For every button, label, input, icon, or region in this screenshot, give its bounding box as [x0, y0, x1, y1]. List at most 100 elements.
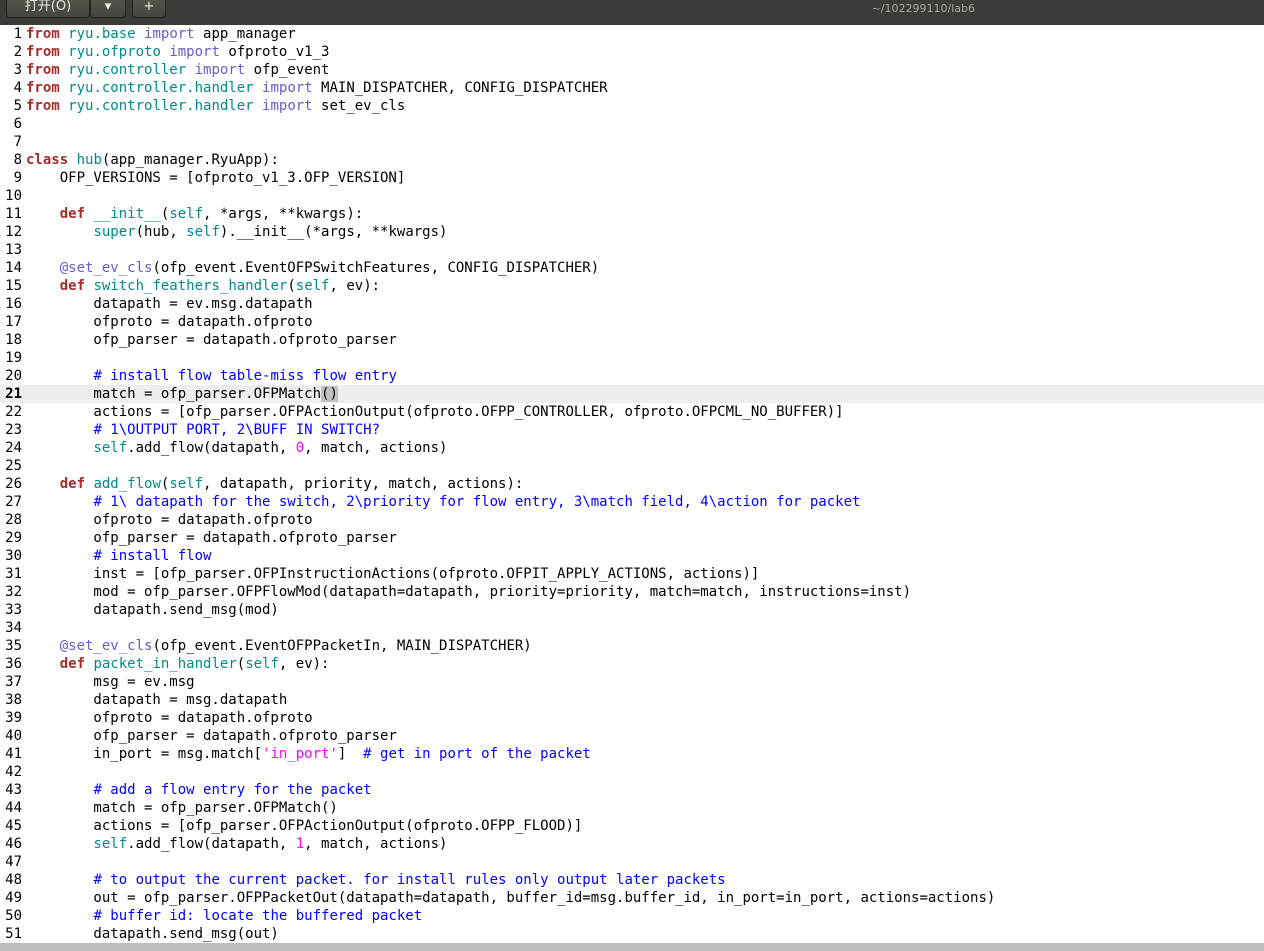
code-line[interactable]: 18 ofp_parser = datapath.ofproto_parser [0, 331, 1264, 349]
code-line[interactable]: 23 # 1\OUTPUT PORT, 2\BUFF IN SWITCH? [0, 421, 1264, 439]
code-token: import [262, 98, 313, 114]
code-line[interactable]: 27 # 1\ datapath for the switch, 2\prior… [0, 493, 1264, 511]
code-text: ofproto = datapath.ofproto [26, 709, 312, 727]
code-line[interactable]: 14 @set_ev_cls(ofp_event.EventOFPSwitchF… [0, 259, 1264, 277]
code-line[interactable]: 12 super(hub, self).__init__(*args, **kw… [0, 223, 1264, 241]
code-text: ofp_parser = datapath.ofproto_parser [26, 331, 396, 349]
code-line[interactable]: 19 [0, 349, 1264, 367]
code-line[interactable]: 28 ofproto = datapath.ofproto [0, 511, 1264, 529]
code-token: add_flow [93, 476, 161, 492]
code-line[interactable]: 10 [0, 187, 1264, 205]
line-number: 17 [5, 314, 22, 330]
code-line[interactable]: 17 ofproto = datapath.ofproto [0, 313, 1264, 331]
horizontal-scrollbar[interactable] [0, 943, 1264, 951]
new-tab-button[interactable]: + [132, 0, 166, 18]
code-line[interactable]: 32 mod = ofp_parser.OFPFlowMod(datapath=… [0, 583, 1264, 601]
code-line[interactable]: 46 self.add_flow(datapath, 1, match, act… [0, 835, 1264, 853]
code-line[interactable]: 1 from ryu.base import app_manager [0, 25, 1264, 43]
code-line[interactable]: 9 OFP_VERSIONS = [ofproto_v1_3.OFP_VERSI… [0, 169, 1264, 187]
code-token: self [169, 476, 204, 492]
code-line[interactable]: 47 [0, 853, 1264, 871]
code-line[interactable]: 22 actions = [ofp_parser.OFPActionOutput… [0, 403, 1264, 421]
line-number: 49 [5, 890, 22, 906]
code-line[interactable]: 29 ofp_parser = datapath.ofproto_parser [0, 529, 1264, 547]
code-text: # install flow table-miss flow entry [26, 367, 396, 385]
code-line[interactable]: 25 [0, 457, 1264, 475]
code-line[interactable]: 2 from ryu.ofproto import ofproto_v1_3 [0, 43, 1264, 61]
code-text: match = ofp_parser.OFPMatch() [26, 385, 338, 403]
code-text: msg = ev.msg [26, 673, 195, 691]
code-text: self.add_flow(datapath, 0, match, action… [26, 439, 447, 457]
code-token: self [93, 440, 128, 456]
code-token: ryu.controller [68, 62, 187, 78]
code-token: , *args, **kwargs): [203, 206, 364, 222]
code-token: self [295, 278, 330, 294]
code-line[interactable]: 5 from ryu.controller.handler import set_… [0, 97, 1264, 115]
code-line[interactable]: 21 match = ofp_parser.OFPMatch() [0, 385, 1264, 403]
code-token: set_ev_cls [312, 98, 406, 114]
code-line[interactable]: 30 # install flow [0, 547, 1264, 565]
line-number: 6 [13, 116, 22, 132]
open-button[interactable]: 打开(O) [6, 0, 90, 18]
code-line[interactable]: 6 [0, 115, 1264, 133]
line-number: 37 [5, 674, 22, 690]
code-token: self [93, 836, 128, 852]
code-line[interactable]: 15 def switch_feathers_handler(self, ev)… [0, 277, 1264, 295]
code-token: def [59, 206, 86, 222]
code-line[interactable]: 37 msg = ev.msg [0, 673, 1264, 691]
code-line[interactable]: 44 match = ofp_parser.OFPMatch() [0, 799, 1264, 817]
code-text: @set_ev_cls(ofp_event.EventOFPPacketIn, … [26, 637, 532, 655]
line-number: 26 [5, 476, 22, 492]
code-line[interactable]: 49 out = ofp_parser.OFPPacketOut(datapat… [0, 889, 1264, 907]
code-line[interactable]: 20 # install flow table-miss flow entry [0, 367, 1264, 385]
code-line[interactable]: 13 [0, 241, 1264, 259]
code-token: from [26, 98, 60, 114]
code-line[interactable]: 11 def __init__(self, *args, **kwargs): [0, 205, 1264, 223]
code-token: ryu.controller.handler [68, 80, 254, 96]
code-line[interactable]: 40 ofp_parser = datapath.ofproto_parser [0, 727, 1264, 745]
code-line[interactable]: 48 # to output the current packet. for i… [0, 871, 1264, 889]
line-number: 42 [5, 764, 22, 780]
code-line[interactable]: 50 # buffer id: locate the buffered pack… [0, 907, 1264, 925]
code-line[interactable]: 43 # add a flow entry for the packet [0, 781, 1264, 799]
code-line[interactable]: 38 datapath = msg.datapath [0, 691, 1264, 709]
code-line[interactable]: 33 datapath.send_msg(mod) [0, 601, 1264, 619]
code-line[interactable]: 7 [0, 133, 1264, 151]
code-line[interactable]: 39 ofproto = datapath.ofproto [0, 709, 1264, 727]
line-number: 36 [5, 656, 22, 672]
code-line[interactable]: 45 actions = [ofp_parser.OFPActionOutput… [0, 817, 1264, 835]
code-token: # install flow [93, 548, 212, 564]
code-text: # 1\ datapath for the switch, 2\priority… [26, 493, 860, 511]
code-line[interactable]: 42 [0, 763, 1264, 781]
code-token: (hub, [135, 224, 187, 240]
code-token: mod = ofp_parser.OFPFlowMod(datapath=dat… [26, 584, 912, 600]
code-line[interactable]: 35 @set_ev_cls(ofp_event.EventOFPPacketI… [0, 637, 1264, 655]
code-line[interactable]: 34 [0, 619, 1264, 637]
code-line[interactable]: 41 in_port = msg.match['in_port'] # get … [0, 745, 1264, 763]
code-editor[interactable]: 1 from ryu.base import app_manager 2 from r… [0, 25, 1264, 943]
code-token: ofproto = datapath.ofproto [26, 314, 313, 330]
code-token: msg = ev.msg [26, 674, 195, 690]
code-token: actions = [ofp_parser.OFPActionOutput(of… [26, 818, 583, 834]
code-line[interactable]: 4 from ryu.controller.handler import MAIN… [0, 79, 1264, 97]
code-line[interactable]: 36 def packet_in_handler(self, ev): [0, 655, 1264, 673]
code-line[interactable]: 31 inst = [ofp_parser.OFPInstructionActi… [0, 565, 1264, 583]
code-line[interactable]: 3 from ryu.controller import ofp_event [0, 61, 1264, 79]
code-text: inst = [ofp_parser.OFPInstructionActions… [26, 565, 759, 583]
code-token: import [262, 80, 313, 96]
code-line[interactable]: 51 datapath.send_msg(out) [0, 925, 1264, 943]
line-number: 11 [5, 206, 22, 222]
code-text: in_port = msg.match['in_port'] # get in … [26, 745, 590, 763]
code-text: datapath.send_msg(out) [26, 925, 278, 943]
open-menu-button[interactable]: ▾ [90, 0, 126, 18]
code-line[interactable]: 24 self.add_flow(datapath, 0, match, act… [0, 439, 1264, 457]
code-text: @set_ev_cls(ofp_event.EventOFPSwitchFeat… [26, 259, 599, 277]
code-text: # to output the current packet. for inst… [26, 871, 725, 889]
code-line[interactable]: 16 datapath = ev.msg.datapath [0, 295, 1264, 313]
code-line[interactable]: 26 def add_flow(self, datapath, priority… [0, 475, 1264, 493]
code-line[interactable]: 8 class hub(app_manager.RyuApp): [0, 151, 1264, 169]
